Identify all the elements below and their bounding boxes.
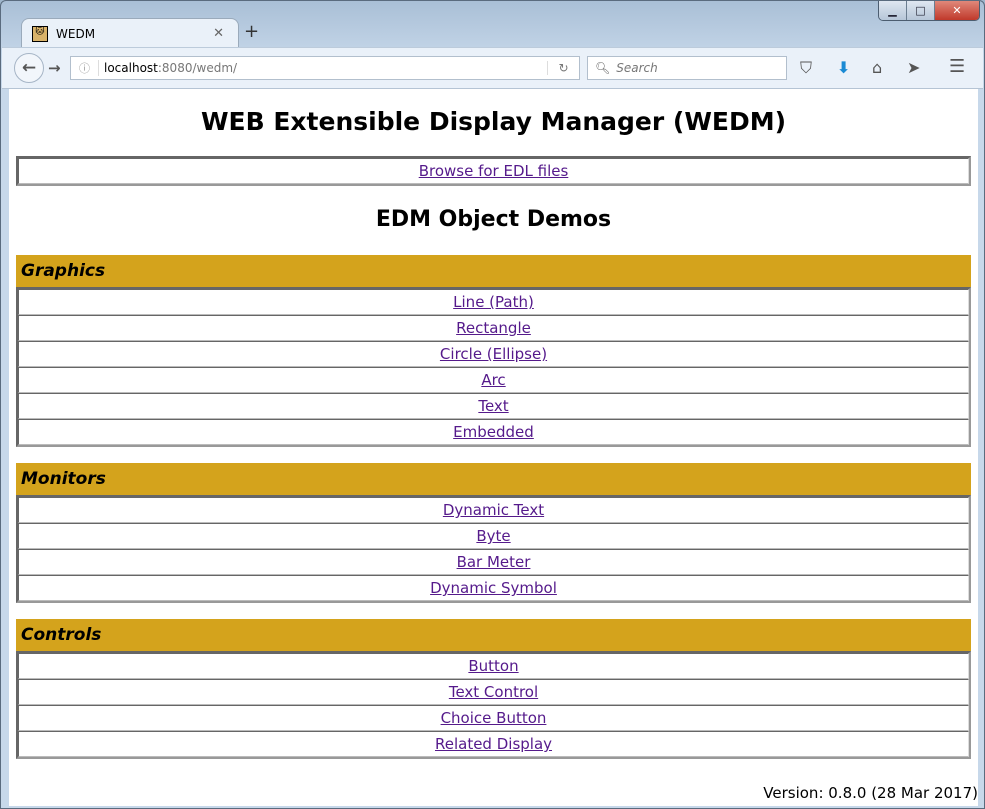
page-content: WEB Extensible Display Manager (WEDM) Br… — [9, 89, 978, 806]
section-table: Line (Path) Rectangle Circle (Ellipse) Arc T… — [16, 287, 971, 447]
demo-link[interactable]: Choice Button — [441, 709, 547, 727]
close-window-button[interactable]: ✕ — [935, 1, 979, 20]
pocket-icon[interactable]: ⛉ — [800, 58, 812, 78]
table-row: Related Display — [18, 731, 969, 757]
browse-edl-link[interactable]: Browse for EDL files — [419, 162, 569, 180]
demo-link[interactable]: Byte — [476, 527, 510, 545]
url-bar[interactable]: ⓘ localhost:8080/wedm/ ↻ — [70, 56, 580, 80]
search-icon: 🔍︎ — [595, 61, 611, 75]
demo-link[interactable]: Text Control — [449, 683, 538, 701]
demo-link[interactable]: Embedded — [453, 423, 534, 441]
demo-link[interactable]: Arc — [481, 371, 505, 389]
demos-title: EDM Object Demos — [375, 207, 612, 232]
section-table: Dynamic Text Byte Bar Meter Dynamic Symbol — [16, 495, 971, 603]
section-table: Button Text Control Choice Button Related D… — [16, 651, 971, 759]
tab-title: WEDM — [56, 26, 96, 41]
table-row: Text — [18, 393, 969, 419]
window-controls: ▁ □ ✕ — [878, 1, 980, 21]
navigation-toolbar: ← → ⓘ localhost:8080/wedm/ ↻ 🔍︎ Search ⛉ … — [2, 47, 983, 89]
demo-link[interactable]: Line (Path) — [453, 293, 534, 311]
url-path: :8080/wedm/ — [157, 61, 238, 75]
close-tab-icon[interactable]: ✕ — [213, 26, 224, 41]
version-text: Version: 0.8.0 (28 Mar 2017) — [763, 784, 978, 802]
table-row: Line (Path) — [18, 289, 969, 315]
download-icon[interactable]: ⬇ — [837, 58, 850, 77]
demo-link[interactable]: Related Display — [435, 735, 552, 753]
send-icon[interactable]: ➤ — [907, 58, 920, 77]
table-row: Rectangle — [18, 315, 969, 341]
browser-tab[interactable]: 🐱 WEDM ✕ — [21, 18, 239, 48]
section-header-graphics: Graphics — [16, 255, 971, 287]
demo-link[interactable]: Dynamic Symbol — [430, 579, 557, 597]
url-host: localhost — [104, 61, 158, 75]
table-row: Dynamic Text — [18, 497, 969, 523]
demo-link[interactable]: Circle (Ellipse) — [440, 345, 547, 363]
table-row: Arc — [18, 367, 969, 393]
menu-icon[interactable]: ☰ — [949, 56, 965, 77]
browser-window: ▁ □ ✕ 🐱 WEDM ✕ + ← → ⓘ localhost:8080/we… — [0, 0, 985, 809]
new-tab-button[interactable]: + — [244, 21, 259, 42]
demo-link[interactable]: Button — [468, 657, 518, 675]
demo-link[interactable]: Rectangle — [456, 319, 531, 337]
demo-link[interactable]: Text — [478, 397, 508, 415]
table-row: Dynamic Symbol — [18, 575, 969, 601]
section-header-controls: Controls — [16, 619, 971, 651]
table-row: Choice Button — [18, 705, 969, 731]
back-button[interactable]: ← — [14, 53, 44, 83]
demo-link[interactable]: Bar Meter — [457, 553, 531, 571]
browse-box: Browse for EDL files — [16, 156, 971, 186]
table-row: Circle (Ellipse) — [18, 341, 969, 367]
table-row: Text Control — [18, 679, 969, 705]
demo-link[interactable]: Dynamic Text — [443, 501, 544, 519]
page-title: WEB Extensible Display Manager (WEDM) — [200, 107, 787, 136]
table-row: Button — [18, 653, 969, 679]
reload-icon[interactable]: ↻ — [547, 61, 579, 75]
table-row: Embedded — [18, 419, 969, 445]
info-icon[interactable]: ⓘ — [71, 60, 99, 76]
tomcat-favicon-icon: 🐱 — [32, 25, 48, 42]
forward-button[interactable]: → — [48, 59, 61, 77]
table-row: Byte — [18, 523, 969, 549]
section-header-monitors: Monitors — [16, 463, 971, 495]
maximize-button[interactable]: □ — [907, 1, 935, 20]
minimize-button[interactable]: ▁ — [879, 1, 907, 20]
search-input[interactable]: 🔍︎ Search — [587, 56, 787, 80]
home-icon[interactable]: ⌂ — [872, 58, 882, 77]
search-placeholder: Search — [616, 61, 658, 75]
table-row: Bar Meter — [18, 549, 969, 575]
